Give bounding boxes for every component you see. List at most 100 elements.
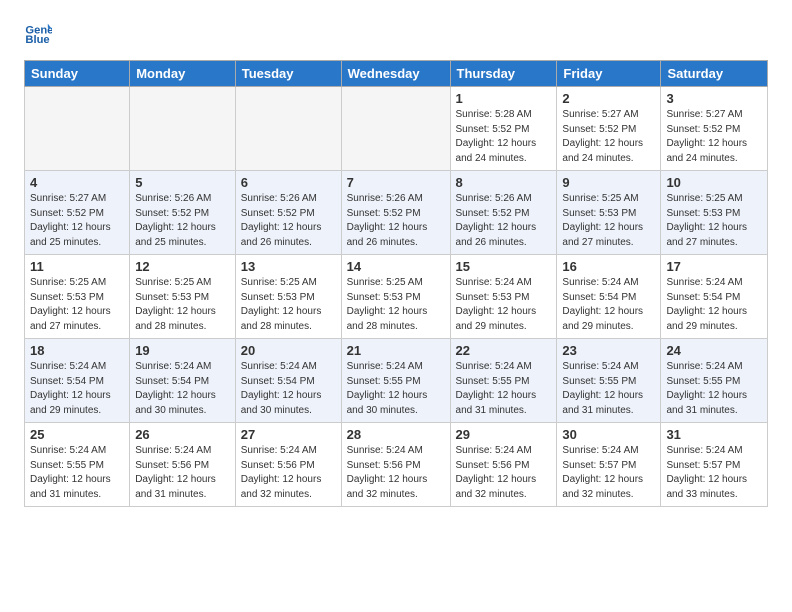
day-number: 22: [456, 343, 552, 358]
day-number: 6: [241, 175, 336, 190]
calendar-day-cell: 3 Sunrise: 5:27 AM Sunset: 5:52 PM Daylig…: [661, 87, 768, 171]
calendar-week-row: 25Sunrise: 5:24 AM Sunset: 5:55 PM Dayli…: [25, 423, 768, 507]
day-info: Sunrise: 5:24 AM Sunset: 5:56 PM Dayligh…: [347, 444, 445, 502]
day-info: Sunrise: 5:24 AM Sunset: 5:53 PM Dayligh…: [456, 276, 552, 334]
calendar-week-row: 18 Sunrise: 5:24 AM Sunset: 5:54 PM Dayli…: [25, 339, 768, 423]
day-number: 18: [30, 343, 124, 358]
day-info: Sunrise: 5:24 AM Sunset: 5:54 PM Dayligh…: [30, 360, 124, 418]
day-number: 24: [666, 343, 762, 358]
day-info: Sunrise: 5:28 AM Sunset: 5:52 PM Dayligh…: [456, 108, 552, 166]
calendar-day-cell: 7 Sunrise: 5:26 AM Sunset: 5:52 PM Daylig…: [341, 171, 450, 255]
day-number: 23: [562, 343, 655, 358]
day-info: Sunrise: 5:24 AM Sunset: 5:54 PM Dayligh…: [135, 360, 230, 418]
day-info: Sunrise: 5:24 AM Sunset: 5:56 PM Dayligh…: [241, 444, 336, 502]
day-info: Sunrise: 5:25 AM Sunset: 5:53 PM Dayligh…: [562, 192, 655, 250]
day-number: 16: [562, 259, 655, 274]
calendar-day-cell: 2 Sunrise: 5:27 AM Sunset: 5:52 PM Daylig…: [557, 87, 661, 171]
logo: General Blue: [24, 18, 56, 46]
day-info: Sunrise: 5:26 AM Sunset: 5:52 PM Dayligh…: [347, 192, 445, 250]
day-number: 7: [347, 175, 445, 190]
calendar-day-cell: 12Sunrise: 5:25 AM Sunset: 5:53 PM Dayli…: [130, 255, 236, 339]
day-of-week-header: Tuesday: [235, 61, 341, 87]
calendar-container: SundayMondayTuesdayWednesdayThursdayFrid…: [0, 60, 792, 519]
calendar-day-cell: 10 Sunrise: 5:25 AM Sunset: 5:53 PM Dayli…: [661, 171, 768, 255]
day-number: 12: [135, 259, 230, 274]
calendar-day-cell: 20Sunrise: 5:24 AM Sunset: 5:54 PM Dayli…: [235, 339, 341, 423]
calendar-day-cell: 27 Sunrise: 5:24 AM Sunset: 5:56 PM Dayli…: [235, 423, 341, 507]
day-info: Sunrise: 5:24 AM Sunset: 5:57 PM Dayligh…: [666, 444, 762, 502]
day-of-week-header: Sunday: [25, 61, 130, 87]
day-number: 31: [666, 427, 762, 442]
calendar-day-cell: 31 Sunrise: 5:24 AM Sunset: 5:57 PM Dayli…: [661, 423, 768, 507]
calendar-table: SundayMondayTuesdayWednesdayThursdayFrid…: [24, 60, 768, 507]
calendar-day-cell: 22 Sunrise: 5:24 AM Sunset: 5:55 PM Dayli…: [450, 339, 557, 423]
calendar-day-cell: [25, 87, 130, 171]
day-number: 27: [241, 427, 336, 442]
day-number: 11: [30, 259, 124, 274]
day-number: 20: [241, 343, 336, 358]
calendar-day-cell: 14 Sunrise: 5:25 AM Sunset: 5:53 PM Dayli…: [341, 255, 450, 339]
day-info: Sunrise: 5:24 AM Sunset: 5:55 PM Dayligh…: [30, 444, 124, 502]
calendar-week-row: 4 Sunrise: 5:27 AM Sunset: 5:52 PM Daylig…: [25, 171, 768, 255]
calendar-subtitle: [0, 52, 792, 60]
day-of-week-header: Friday: [557, 61, 661, 87]
day-info: Sunrise: 5:24 AM Sunset: 5:56 PM Dayligh…: [456, 444, 552, 502]
calendar-week-row: 11 Sunrise: 5:25 AM Sunset: 5:53 PM Dayli…: [25, 255, 768, 339]
day-number: 17: [666, 259, 762, 274]
day-info: Sunrise: 5:27 AM Sunset: 5:52 PM Dayligh…: [666, 108, 762, 166]
svg-text:Blue: Blue: [25, 34, 49, 46]
day-info: Sunrise: 5:26 AM Sunset: 5:52 PM Dayligh…: [135, 192, 230, 250]
day-number: 5: [135, 175, 230, 190]
day-number: 14: [347, 259, 445, 274]
calendar-week-row: 1 Sunrise: 5:28 AM Sunset: 5:52 PM Daylig…: [25, 87, 768, 171]
day-number: 10: [666, 175, 762, 190]
calendar-day-cell: 11 Sunrise: 5:25 AM Sunset: 5:53 PM Dayli…: [25, 255, 130, 339]
calendar-day-cell: 28 Sunrise: 5:24 AM Sunset: 5:56 PM Dayli…: [341, 423, 450, 507]
day-number: 8: [456, 175, 552, 190]
day-number: 30: [562, 427, 655, 442]
calendar-day-cell: 25Sunrise: 5:24 AM Sunset: 5:55 PM Dayli…: [25, 423, 130, 507]
day-info: Sunrise: 5:27 AM Sunset: 5:52 PM Dayligh…: [30, 192, 124, 250]
calendar-day-cell: 13Sunrise: 5:25 AM Sunset: 5:53 PM Dayli…: [235, 255, 341, 339]
day-number: 19: [135, 343, 230, 358]
calendar-day-cell: 29 Sunrise: 5:24 AM Sunset: 5:56 PM Dayli…: [450, 423, 557, 507]
calendar-day-cell: 6 Sunrise: 5:26 AM Sunset: 5:52 PM Daylig…: [235, 171, 341, 255]
day-number: 21: [347, 343, 445, 358]
day-number: 2: [562, 91, 655, 106]
day-number: 9: [562, 175, 655, 190]
day-info: Sunrise: 5:26 AM Sunset: 5:52 PM Dayligh…: [456, 192, 552, 250]
day-info: Sunrise: 5:25 AM Sunset: 5:53 PM Dayligh…: [347, 276, 445, 334]
day-info: Sunrise: 5:25 AM Sunset: 5:53 PM Dayligh…: [666, 192, 762, 250]
day-info: Sunrise: 5:25 AM Sunset: 5:53 PM Dayligh…: [30, 276, 124, 334]
day-number: 15: [456, 259, 552, 274]
calendar-day-cell: 8 Sunrise: 5:26 AM Sunset: 5:52 PM Daylig…: [450, 171, 557, 255]
calendar-day-cell: 4 Sunrise: 5:27 AM Sunset: 5:52 PM Daylig…: [25, 171, 130, 255]
day-number: 29: [456, 427, 552, 442]
day-info: Sunrise: 5:24 AM Sunset: 5:57 PM Dayligh…: [562, 444, 655, 502]
day-number: 13: [241, 259, 336, 274]
calendar-day-cell: 24Sunrise: 5:24 AM Sunset: 5:55 PM Dayli…: [661, 339, 768, 423]
calendar-day-cell: 18 Sunrise: 5:24 AM Sunset: 5:54 PM Dayli…: [25, 339, 130, 423]
day-info: Sunrise: 5:24 AM Sunset: 5:55 PM Dayligh…: [347, 360, 445, 418]
calendar-day-cell: 15 Sunrise: 5:24 AM Sunset: 5:53 PM Dayli…: [450, 255, 557, 339]
calendar-day-cell: 1 Sunrise: 5:28 AM Sunset: 5:52 PM Daylig…: [450, 87, 557, 171]
day-number: 1: [456, 91, 552, 106]
calendar-day-cell: 17 Sunrise: 5:24 AM Sunset: 5:54 PM Dayli…: [661, 255, 768, 339]
calendar-day-cell: 19 Sunrise: 5:24 AM Sunset: 5:54 PM Dayli…: [130, 339, 236, 423]
day-info: Sunrise: 5:26 AM Sunset: 5:52 PM Dayligh…: [241, 192, 336, 250]
calendar-day-cell: 23Sunrise: 5:24 AM Sunset: 5:55 PM Dayli…: [557, 339, 661, 423]
day-number: 3: [666, 91, 762, 106]
calendar-day-cell: 30 Sunrise: 5:24 AM Sunset: 5:57 PM Dayli…: [557, 423, 661, 507]
day-info: Sunrise: 5:24 AM Sunset: 5:54 PM Dayligh…: [562, 276, 655, 334]
day-number: 4: [30, 175, 124, 190]
calendar-header-row: SundayMondayTuesdayWednesdayThursdayFrid…: [25, 61, 768, 87]
calendar-day-cell: 21 Sunrise: 5:24 AM Sunset: 5:55 PM Dayli…: [341, 339, 450, 423]
day-of-week-header: Thursday: [450, 61, 557, 87]
calendar-day-cell: [341, 87, 450, 171]
day-number: 28: [347, 427, 445, 442]
day-info: Sunrise: 5:24 AM Sunset: 5:55 PM Dayligh…: [456, 360, 552, 418]
calendar-day-cell: 9 Sunrise: 5:25 AM Sunset: 5:53 PM Daylig…: [557, 171, 661, 255]
day-info: Sunrise: 5:27 AM Sunset: 5:52 PM Dayligh…: [562, 108, 655, 166]
day-info: Sunrise: 5:24 AM Sunset: 5:54 PM Dayligh…: [666, 276, 762, 334]
calendar-day-cell: 16 Sunrise: 5:24 AM Sunset: 5:54 PM Dayli…: [557, 255, 661, 339]
